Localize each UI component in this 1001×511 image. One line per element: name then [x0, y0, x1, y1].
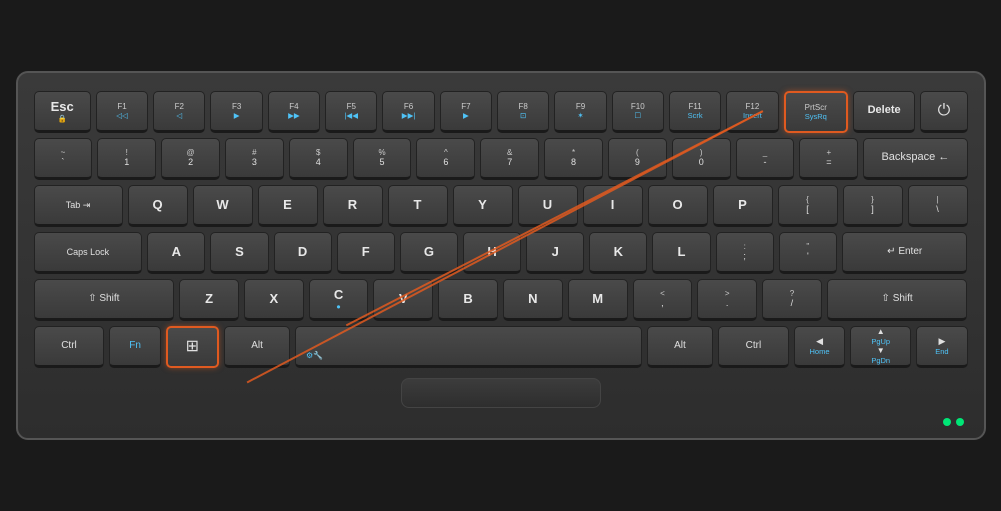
- keyboard-container: Esc 🔒 F1 ◁◁ F2 ◁ F3 ▶ F4 ▶▶ F5 |◀◀: [16, 71, 986, 440]
- key-m[interactable]: M: [568, 279, 628, 321]
- key-capslock[interactable]: Caps Lock: [34, 232, 143, 274]
- row-fn: Esc 🔒 F1 ◁◁ F2 ◁ F3 ▶ F4 ▶▶ F5 |◀◀: [34, 91, 968, 133]
- key-ctrl-left[interactable]: Ctrl: [34, 326, 105, 368]
- key-6[interactable]: ^ 6: [416, 138, 475, 180]
- key-e[interactable]: E: [258, 185, 318, 227]
- key-prtscr[interactable]: PrtScr SysRq: [784, 91, 848, 133]
- key-space[interactable]: ⚙🔧: [295, 326, 642, 368]
- key-alt-right[interactable]: Alt: [647, 326, 713, 368]
- key-rbrace[interactable]: } ]: [843, 185, 903, 227]
- key-n[interactable]: N: [503, 279, 563, 321]
- key-0[interactable]: ) 0: [672, 138, 731, 180]
- key-minus[interactable]: _ -: [736, 138, 795, 180]
- row-qwerty: Tab ⇥ Q W E R T Y U I O P { [ } ] | \: [34, 185, 968, 227]
- key-f4[interactable]: F4 ▶▶: [268, 91, 320, 133]
- key-esc[interactable]: Esc 🔒: [34, 91, 91, 133]
- key-q[interactable]: Q: [128, 185, 188, 227]
- touchpad[interactable]: [401, 378, 601, 408]
- key-f1[interactable]: F1 ◁◁: [96, 91, 148, 133]
- key-b[interactable]: B: [438, 279, 498, 321]
- key-9[interactable]: ( 9: [608, 138, 667, 180]
- key-1[interactable]: ! 1: [97, 138, 156, 180]
- key-w[interactable]: W: [193, 185, 253, 227]
- key-comma[interactable]: < ,: [633, 279, 693, 321]
- key-period[interactable]: > .: [697, 279, 757, 321]
- key-r[interactable]: R: [323, 185, 383, 227]
- key-4[interactable]: $ 4: [289, 138, 348, 180]
- key-u[interactable]: U: [518, 185, 578, 227]
- key-right[interactable]: ▶ End: [916, 326, 967, 368]
- key-3[interactable]: # 3: [225, 138, 284, 180]
- key-alt-left[interactable]: Alt: [224, 326, 290, 368]
- key-f2[interactable]: F2 ◁: [153, 91, 205, 133]
- key-7[interactable]: & 7: [480, 138, 539, 180]
- key-semicolon[interactable]: : ;: [716, 232, 774, 274]
- key-y[interactable]: Y: [453, 185, 513, 227]
- key-slash[interactable]: ? /: [762, 279, 822, 321]
- key-shift-left[interactable]: ⇧ Shift: [34, 279, 175, 321]
- indicator-dots: [943, 418, 964, 426]
- key-f12[interactable]: F12 Insert: [726, 91, 778, 133]
- key-f5[interactable]: F5 |◀◀: [325, 91, 377, 133]
- key-o[interactable]: O: [648, 185, 708, 227]
- indicator-dot-2: [956, 418, 964, 426]
- key-backslash[interactable]: | \: [908, 185, 968, 227]
- key-equals[interactable]: + =: [799, 138, 858, 180]
- key-5[interactable]: % 5: [353, 138, 412, 180]
- key-win[interactable]: ⊞: [166, 326, 219, 368]
- key-i[interactable]: I: [583, 185, 643, 227]
- key-enter[interactable]: ↵ Enter: [842, 232, 968, 274]
- row-bottom: Ctrl Fn ⊞ Alt ⚙🔧 Alt Ctrl ◀ Home: [34, 326, 968, 368]
- key-delete[interactable]: Delete: [853, 91, 915, 133]
- key-power[interactable]: ⏻: [920, 91, 967, 133]
- row-asdf: Caps Lock A S D F G H J K L : ; " ' ↵ En…: [34, 232, 968, 274]
- key-x[interactable]: X: [244, 279, 304, 321]
- key-t[interactable]: T: [388, 185, 448, 227]
- key-2[interactable]: @ 2: [161, 138, 220, 180]
- key-p[interactable]: P: [713, 185, 773, 227]
- key-tilde[interactable]: ~ `: [34, 138, 93, 180]
- key-f8[interactable]: F8 ⊡: [497, 91, 549, 133]
- indicator-dot-1: [943, 418, 951, 426]
- key-f7[interactable]: F7 ▶: [440, 91, 492, 133]
- key-updown[interactable]: ▲ PgUp ▼ PgDn: [850, 326, 911, 368]
- key-tab[interactable]: Tab ⇥: [34, 185, 123, 227]
- key-s[interactable]: S: [210, 232, 268, 274]
- key-f11[interactable]: F11 Scrk: [669, 91, 721, 133]
- key-8[interactable]: * 8: [544, 138, 603, 180]
- key-f6[interactable]: F6 ▶▶|: [382, 91, 434, 133]
- key-l[interactable]: L: [652, 232, 710, 274]
- key-z[interactable]: Z: [179, 279, 239, 321]
- key-backspace[interactable]: Backspace ←: [863, 138, 967, 180]
- key-f3[interactable]: F3 ▶: [210, 91, 262, 133]
- row-numbers: ~ ` ! 1 @ 2 # 3 $ 4 % 5: [34, 138, 968, 180]
- key-g[interactable]: G: [400, 232, 458, 274]
- key-f[interactable]: F: [337, 232, 395, 274]
- key-c[interactable]: C ●: [309, 279, 369, 321]
- row-zxcv: ⇧ Shift Z X C ● V B N M < , > . ? /: [34, 279, 968, 321]
- key-lbrace[interactable]: { [: [778, 185, 838, 227]
- keyboard-rows: Esc 🔒 F1 ◁◁ F2 ◁ F3 ▶ F4 ▶▶ F5 |◀◀: [34, 91, 968, 368]
- key-shift-right[interactable]: ⇧ Shift: [827, 279, 968, 321]
- key-j[interactable]: J: [526, 232, 584, 274]
- key-f10[interactable]: F10 ☐: [612, 91, 664, 133]
- key-a[interactable]: A: [147, 232, 205, 274]
- key-fn[interactable]: Fn: [109, 326, 160, 368]
- key-left[interactable]: ◀ Home: [794, 326, 845, 368]
- key-h[interactable]: H: [463, 232, 521, 274]
- key-quote[interactable]: " ': [779, 232, 837, 274]
- key-d[interactable]: D: [274, 232, 332, 274]
- key-v[interactable]: V: [373, 279, 433, 321]
- key-k[interactable]: K: [589, 232, 647, 274]
- key-f9[interactable]: F9 ✶: [554, 91, 606, 133]
- key-ctrl-right[interactable]: Ctrl: [718, 326, 789, 368]
